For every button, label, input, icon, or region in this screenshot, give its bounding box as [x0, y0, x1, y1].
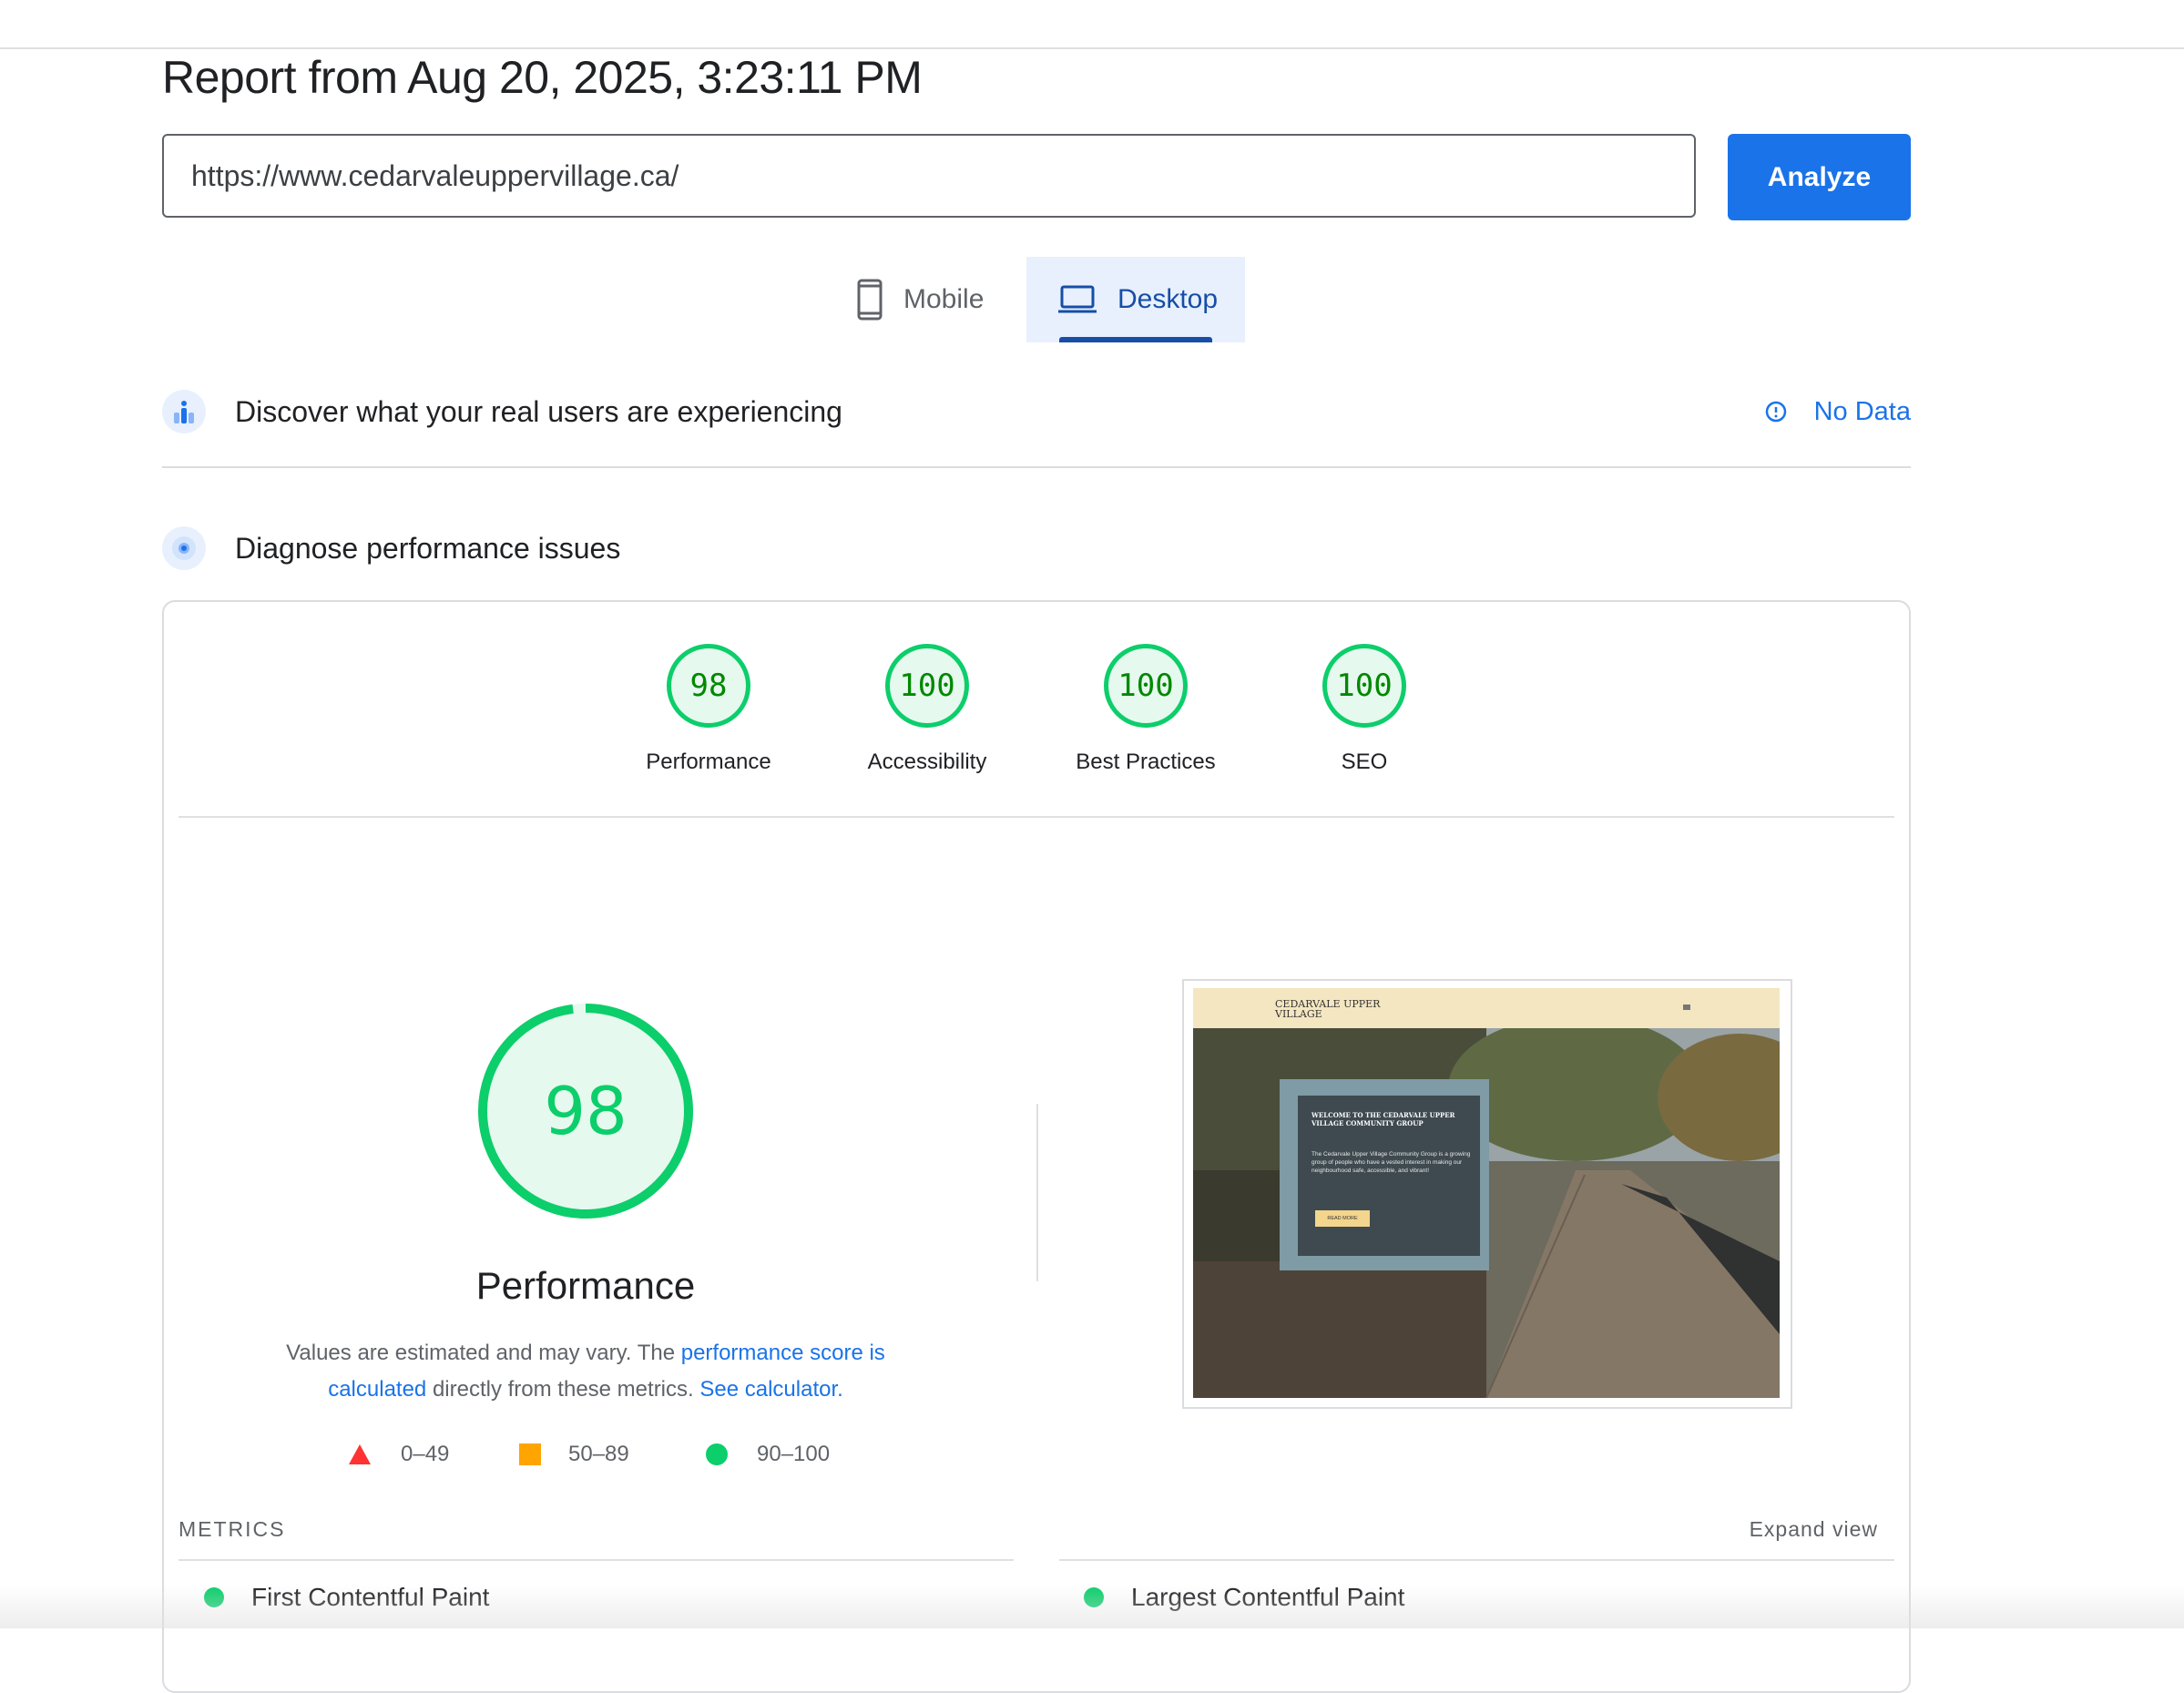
score-ring: 98: [667, 644, 750, 728]
score-label: Best Practices: [1076, 750, 1216, 774]
circle-icon: [706, 1443, 728, 1465]
metrics-divider: [179, 1559, 1014, 1561]
score-gauge-best-practices[interactable]: 100 Best Practices: [1055, 644, 1237, 775]
score-ring: 100: [885, 644, 969, 728]
no-data-link[interactable]: No Data: [1765, 397, 1911, 427]
legend-average-label: 50–89: [568, 1442, 629, 1466]
score-value: 100: [1336, 668, 1393, 704]
metric-label: First Contentful Paint: [251, 1583, 490, 1611]
tab-active-indicator: [1059, 337, 1212, 342]
field-data-section: Discover what your real users are experi…: [162, 390, 1911, 433]
score-gauge-seo[interactable]: 100 SEO: [1273, 644, 1455, 775]
score-label: Accessibility: [867, 750, 987, 774]
tab-mobile[interactable]: Mobile: [856, 257, 1026, 342]
metric-lcp: Largest Contentful Paint: [1084, 1583, 1404, 1612]
pass-dot-icon: [204, 1587, 224, 1607]
users-chart-icon: [162, 390, 206, 433]
metric-fcp: First Contentful Paint: [204, 1583, 489, 1612]
score-label: Performance: [646, 750, 771, 774]
legend-pass: 90–100: [706, 1442, 830, 1467]
metrics-heading: METRICS: [179, 1517, 286, 1541]
url-input[interactable]: https://www.cedarvaleuppervillage.ca/: [162, 134, 1696, 218]
screenshot-read-more: READ MORE: [1327, 1216, 1358, 1221]
metrics-divider: [1059, 1559, 1894, 1561]
score-label: SEO: [1341, 750, 1388, 774]
expand-view-button[interactable]: Expand view: [1750, 1517, 1878, 1542]
laptop-icon: [1058, 285, 1097, 313]
screenshot-navbar: CEDARVALE UPPER VILLAGE: [1193, 988, 1780, 1028]
score-ring: 100: [1322, 644, 1406, 728]
see-calculator-link[interactable]: See calculator.: [699, 1377, 842, 1402]
legend-pass-label: 90–100: [757, 1442, 831, 1466]
screenshot-viewport: CEDARVALE UPPER VILLAGE WELCOME TO THE C…: [1193, 988, 1780, 1398]
no-data-label: No Data: [1813, 396, 1911, 426]
tab-desktop[interactable]: Desktop: [1026, 257, 1245, 342]
analyze-button[interactable]: Analyze: [1728, 134, 1911, 220]
tab-mobile-label: Mobile: [903, 284, 985, 314]
final-screenshot[interactable]: CEDARVALE UPPER VILLAGE WELCOME TO THE C…: [1182, 979, 1792, 1409]
legend-fail-label: 0–49: [401, 1442, 450, 1466]
tab-desktop-label: Desktop: [1118, 284, 1219, 314]
performance-description: Values are estimated and may vary. The p…: [253, 1335, 918, 1408]
triangle-icon: [349, 1444, 371, 1464]
pass-dot-icon: [1084, 1587, 1104, 1607]
screenshot-body: The Cedarvale Upper Village Community Gr…: [1311, 1151, 1471, 1174]
score-gauge-accessibility[interactable]: 100 Accessibility: [836, 644, 1018, 775]
vertical-separator: [1036, 1104, 1038, 1281]
info-icon: [1765, 401, 1786, 423]
menu-icon: [1683, 1005, 1690, 1010]
phone-icon: [857, 279, 883, 321]
square-icon: [519, 1443, 541, 1465]
screenshot-heading: WELCOME TO THE CEDARVALE UPPER VILLAGE C…: [1311, 1111, 1455, 1127]
url-input-value: https://www.cedarvaleuppervillage.ca/: [191, 158, 679, 192]
performance-title: Performance: [475, 1264, 696, 1307]
card-divider: [179, 816, 1894, 818]
desc-text: Values are estimated and may vary. The: [286, 1341, 681, 1365]
desc-text: directly from these metrics.: [426, 1377, 700, 1402]
section-divider: [162, 466, 1911, 468]
report-title: Report from Aug 20, 2025, 3:23:11 PM: [162, 52, 923, 103]
top-divider: [0, 47, 2184, 49]
screenshot-image: [1193, 1015, 1780, 1398]
field-data-title: Discover what your real users are experi…: [235, 394, 842, 428]
lab-data-title: Diagnose performance issues: [235, 531, 621, 565]
metric-label: Largest Contentful Paint: [1131, 1583, 1405, 1611]
legend-average: 50–89: [519, 1442, 629, 1467]
lab-data-section: Diagnose performance issues: [162, 526, 1911, 570]
score-value: 100: [1118, 668, 1174, 704]
score-value: 98: [689, 668, 728, 704]
target-icon: [162, 526, 206, 570]
screenshot-brand: CEDARVALE UPPER VILLAGE: [1275, 998, 1381, 1020]
legend-fail: 0–49: [348, 1442, 449, 1467]
score-value: 100: [899, 668, 955, 704]
performance-score: 98: [544, 1073, 628, 1149]
score-ring: 100: [1104, 644, 1188, 728]
score-gauge-performance[interactable]: 98 Performance: [617, 644, 800, 775]
